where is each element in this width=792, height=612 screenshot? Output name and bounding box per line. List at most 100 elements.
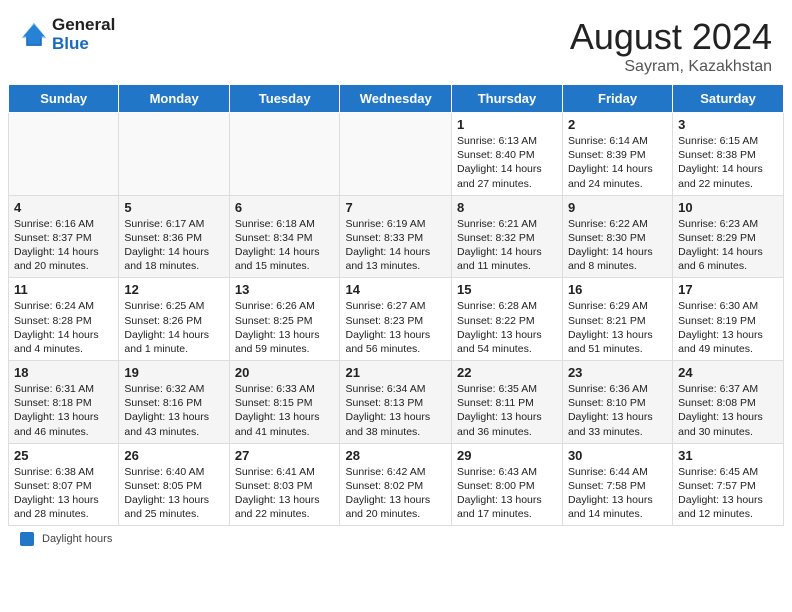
calendar-week-row: 25Sunrise: 6:38 AM Sunset: 8:07 PM Dayli…: [9, 443, 784, 526]
calendar-dow-thursday: Thursday: [452, 85, 563, 113]
footer: Daylight hours: [0, 526, 792, 552]
day-info: Sunrise: 6:43 AM Sunset: 8:00 PM Dayligh…: [457, 465, 557, 522]
day-number: 31: [678, 448, 778, 463]
day-number: 16: [568, 282, 667, 297]
day-info: Sunrise: 6:38 AM Sunset: 8:07 PM Dayligh…: [14, 465, 113, 522]
calendar-day-22: 22 Sunrise: 6:35 AM Sunset: 8:11 PM Dayli…: [452, 361, 563, 444]
day-number: 17: [678, 282, 778, 297]
day-info: Sunrise: 6:37 AM Sunset: 8:08 PM Dayligh…: [678, 382, 778, 439]
day-number: 18: [14, 365, 113, 380]
day-number: 23: [568, 365, 667, 380]
day-number: 2: [568, 117, 667, 132]
logo-icon: [20, 21, 48, 49]
day-info: Sunrise: 6:14 AM Sunset: 8:39 PM Dayligh…: [568, 134, 667, 191]
day-info: Sunrise: 6:13 AM Sunset: 8:40 PM Dayligh…: [457, 134, 557, 191]
day-info: Sunrise: 6:15 AM Sunset: 8:38 PM Dayligh…: [678, 134, 778, 191]
day-info: Sunrise: 6:17 AM Sunset: 8:36 PM Dayligh…: [124, 217, 223, 274]
day-info: Sunrise: 6:30 AM Sunset: 8:19 PM Dayligh…: [678, 299, 778, 356]
day-info: Sunrise: 6:24 AM Sunset: 8:28 PM Dayligh…: [14, 299, 113, 356]
day-info: Sunrise: 6:27 AM Sunset: 8:23 PM Dayligh…: [345, 299, 446, 356]
calendar-week-row: 1 Sunrise: 6:13 AM Sunset: 8:40 PM Daylig…: [9, 113, 784, 196]
calendar-day-11: 11 Sunrise: 6:24 AM Sunset: 8:28 PM Dayli…: [9, 278, 119, 361]
day-info: Sunrise: 6:41 AM Sunset: 8:03 PM Dayligh…: [235, 465, 335, 522]
calendar-day-17: 17 Sunrise: 6:30 AM Sunset: 8:19 PM Dayli…: [673, 278, 784, 361]
day-number: 5: [124, 200, 223, 215]
day-info: Sunrise: 6:26 AM Sunset: 8:25 PM Dayligh…: [235, 299, 335, 356]
calendar-day-29: 29 Sunrise: 6:43 AM Sunset: 8:00 PM Dayli…: [452, 443, 563, 526]
day-info: Sunrise: 6:33 AM Sunset: 8:15 PM Dayligh…: [235, 382, 335, 439]
calendar-week-row: 18 Sunrise: 6:31 AM Sunset: 8:18 PM Dayli…: [9, 361, 784, 444]
day-info: Sunrise: 6:18 AM Sunset: 8:34 PM Dayligh…: [235, 217, 335, 274]
calendar-dow-friday: Friday: [562, 85, 672, 113]
calendar-day-24: 24 Sunrise: 6:37 AM Sunset: 8:08 PM Dayli…: [673, 361, 784, 444]
location: Sayram, Kazakhstan: [570, 58, 772, 76]
calendar-day-4: 4 Sunrise: 6:16 AM Sunset: 8:37 PM Daylig…: [9, 195, 119, 278]
day-number: 30: [568, 448, 667, 463]
day-number: 20: [235, 365, 335, 380]
calendar-day-7: 7 Sunrise: 6:19 AM Sunset: 8:33 PM Daylig…: [340, 195, 452, 278]
calendar-day-23: 23 Sunrise: 6:36 AM Sunset: 8:10 PM Dayli…: [562, 361, 672, 444]
calendar-day-2: 2 Sunrise: 6:14 AM Sunset: 8:39 PM Daylig…: [562, 113, 672, 196]
day-info: Sunrise: 6:22 AM Sunset: 8:30 PM Dayligh…: [568, 217, 667, 274]
daylight-dot: [20, 532, 34, 546]
logo: General Blue: [20, 16, 115, 53]
calendar-day-16: 16 Sunrise: 6:29 AM Sunset: 8:21 PM Dayli…: [562, 278, 672, 361]
day-number: 28: [345, 448, 446, 463]
day-info: Sunrise: 6:16 AM Sunset: 8:37 PM Dayligh…: [14, 217, 113, 274]
calendar-dow-monday: Monday: [119, 85, 229, 113]
calendar-day-1: 1 Sunrise: 6:13 AM Sunset: 8:40 PM Daylig…: [452, 113, 563, 196]
calendar-day-30: 30 Sunrise: 6:44 AM Sunset: 7:58 PM Dayli…: [562, 443, 672, 526]
day-info: Sunrise: 6:35 AM Sunset: 8:11 PM Dayligh…: [457, 382, 557, 439]
day-number: 10: [678, 200, 778, 215]
day-info: Sunrise: 6:19 AM Sunset: 8:33 PM Dayligh…: [345, 217, 446, 274]
day-number: 1: [457, 117, 557, 132]
day-info: Sunrise: 6:44 AM Sunset: 7:58 PM Dayligh…: [568, 465, 667, 522]
day-info: Sunrise: 6:25 AM Sunset: 8:26 PM Dayligh…: [124, 299, 223, 356]
calendar-day-12: 12 Sunrise: 6:25 AM Sunset: 8:26 PM Dayli…: [119, 278, 229, 361]
header: General Blue August 2024 Sayram, Kazakhs…: [0, 0, 792, 84]
calendar-day-13: 13 Sunrise: 6:26 AM Sunset: 8:25 PM Dayli…: [229, 278, 340, 361]
calendar-day-15: 15 Sunrise: 6:28 AM Sunset: 8:22 PM Dayli…: [452, 278, 563, 361]
day-number: 29: [457, 448, 557, 463]
calendar-empty-cell: [9, 113, 119, 196]
day-info: Sunrise: 6:32 AM Sunset: 8:16 PM Dayligh…: [124, 382, 223, 439]
calendar-day-18: 18 Sunrise: 6:31 AM Sunset: 8:18 PM Dayli…: [9, 361, 119, 444]
day-info: Sunrise: 6:28 AM Sunset: 8:22 PM Dayligh…: [457, 299, 557, 356]
calendar-day-21: 21 Sunrise: 6:34 AM Sunset: 8:13 PM Dayli…: [340, 361, 452, 444]
day-info: Sunrise: 6:23 AM Sunset: 8:29 PM Dayligh…: [678, 217, 778, 274]
calendar-dow-wednesday: Wednesday: [340, 85, 452, 113]
day-number: 15: [457, 282, 557, 297]
calendar-week-row: 4 Sunrise: 6:16 AM Sunset: 8:37 PM Daylig…: [9, 195, 784, 278]
day-number: 6: [235, 200, 335, 215]
day-info: Sunrise: 6:36 AM Sunset: 8:10 PM Dayligh…: [568, 382, 667, 439]
day-info: Sunrise: 6:21 AM Sunset: 8:32 PM Dayligh…: [457, 217, 557, 274]
day-number: 19: [124, 365, 223, 380]
calendar-dow-tuesday: Tuesday: [229, 85, 340, 113]
calendar-day-8: 8Sunrise: 6:21 AM Sunset: 8:32 PM Daylig…: [452, 195, 563, 278]
title-block: August 2024 Sayram, Kazakhstan: [570, 16, 772, 76]
calendar-day-5: 5 Sunrise: 6:17 AM Sunset: 8:36 PM Daylig…: [119, 195, 229, 278]
day-number: 11: [14, 282, 113, 297]
day-number: 22: [457, 365, 557, 380]
day-info: Sunrise: 6:45 AM Sunset: 7:57 PM Dayligh…: [678, 465, 778, 522]
day-info: Sunrise: 6:29 AM Sunset: 8:21 PM Dayligh…: [568, 299, 667, 356]
calendar-empty-cell: [229, 113, 340, 196]
day-info: Sunrise: 6:34 AM Sunset: 8:13 PM Dayligh…: [345, 382, 446, 439]
day-number: 21: [345, 365, 446, 380]
day-number: 9: [568, 200, 667, 215]
day-info: Sunrise: 6:42 AM Sunset: 8:02 PM Dayligh…: [345, 465, 446, 522]
logo-text: General Blue: [52, 16, 115, 53]
calendar-day-10: 10 Sunrise: 6:23 AM Sunset: 8:29 PM Dayli…: [673, 195, 784, 278]
calendar-day-31: 31 Sunrise: 6:45 AM Sunset: 7:57 PM Dayli…: [673, 443, 784, 526]
calendar-day-9: 9 Sunrise: 6:22 AM Sunset: 8:30 PM Daylig…: [562, 195, 672, 278]
calendar-header-row: SundayMondayTuesdayWednesdayThursdayFrid…: [9, 85, 784, 113]
calendar-day-27: 27 Sunrise: 6:41 AM Sunset: 8:03 PM Dayli…: [229, 443, 340, 526]
day-number: 24: [678, 365, 778, 380]
day-number: 27: [235, 448, 335, 463]
day-number: 13: [235, 282, 335, 297]
day-number: 4: [14, 200, 113, 215]
day-info: Sunrise: 6:31 AM Sunset: 8:18 PM Dayligh…: [14, 382, 113, 439]
calendar-dow-sunday: Sunday: [9, 85, 119, 113]
day-number: 7: [345, 200, 446, 215]
day-number: 12: [124, 282, 223, 297]
